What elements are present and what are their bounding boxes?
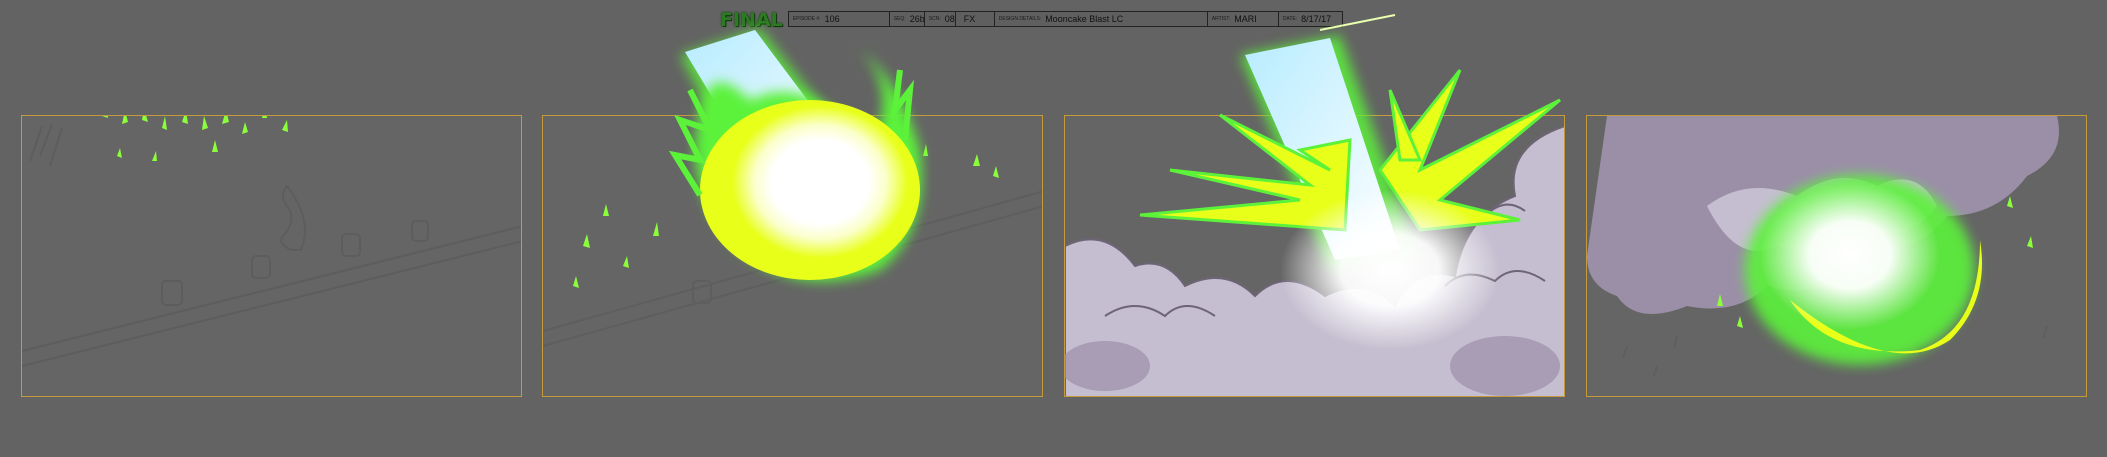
field-type: FX [956,12,995,26]
panel-3-art [1065,125,1564,396]
panel-1-sparks [102,116,288,161]
panel-2-art [543,144,1042,347]
panel-2 [542,115,1043,397]
field-scn: SCN: 08 [925,12,956,26]
field-artist: ARTIST: MARI [1208,12,1279,26]
panel-3 [1064,115,1565,397]
panel-1-art [22,116,521,367]
panel-1 [21,115,522,397]
panel-4-art [1587,116,2059,377]
field-date: DATE: 8/17/17 [1282,14,1332,24]
field-design-details: DESIGN DETAILS: Mooncake Blast LC [995,12,1208,26]
panel-4 [1586,115,2087,397]
field-episode: EPISODE #: 106 [789,12,890,26]
header-slate: FINAL EPISODE #: 106 SEQ: 26b SCN: 08 FX DE… [720,9,1343,31]
field-seq: SEQ: 26b [890,12,925,26]
slate-fields: EPISODE #: 106 SEQ: 26b SCN: 08 FX DESIGN D… [787,11,1343,27]
logo: FINAL [720,9,783,31]
